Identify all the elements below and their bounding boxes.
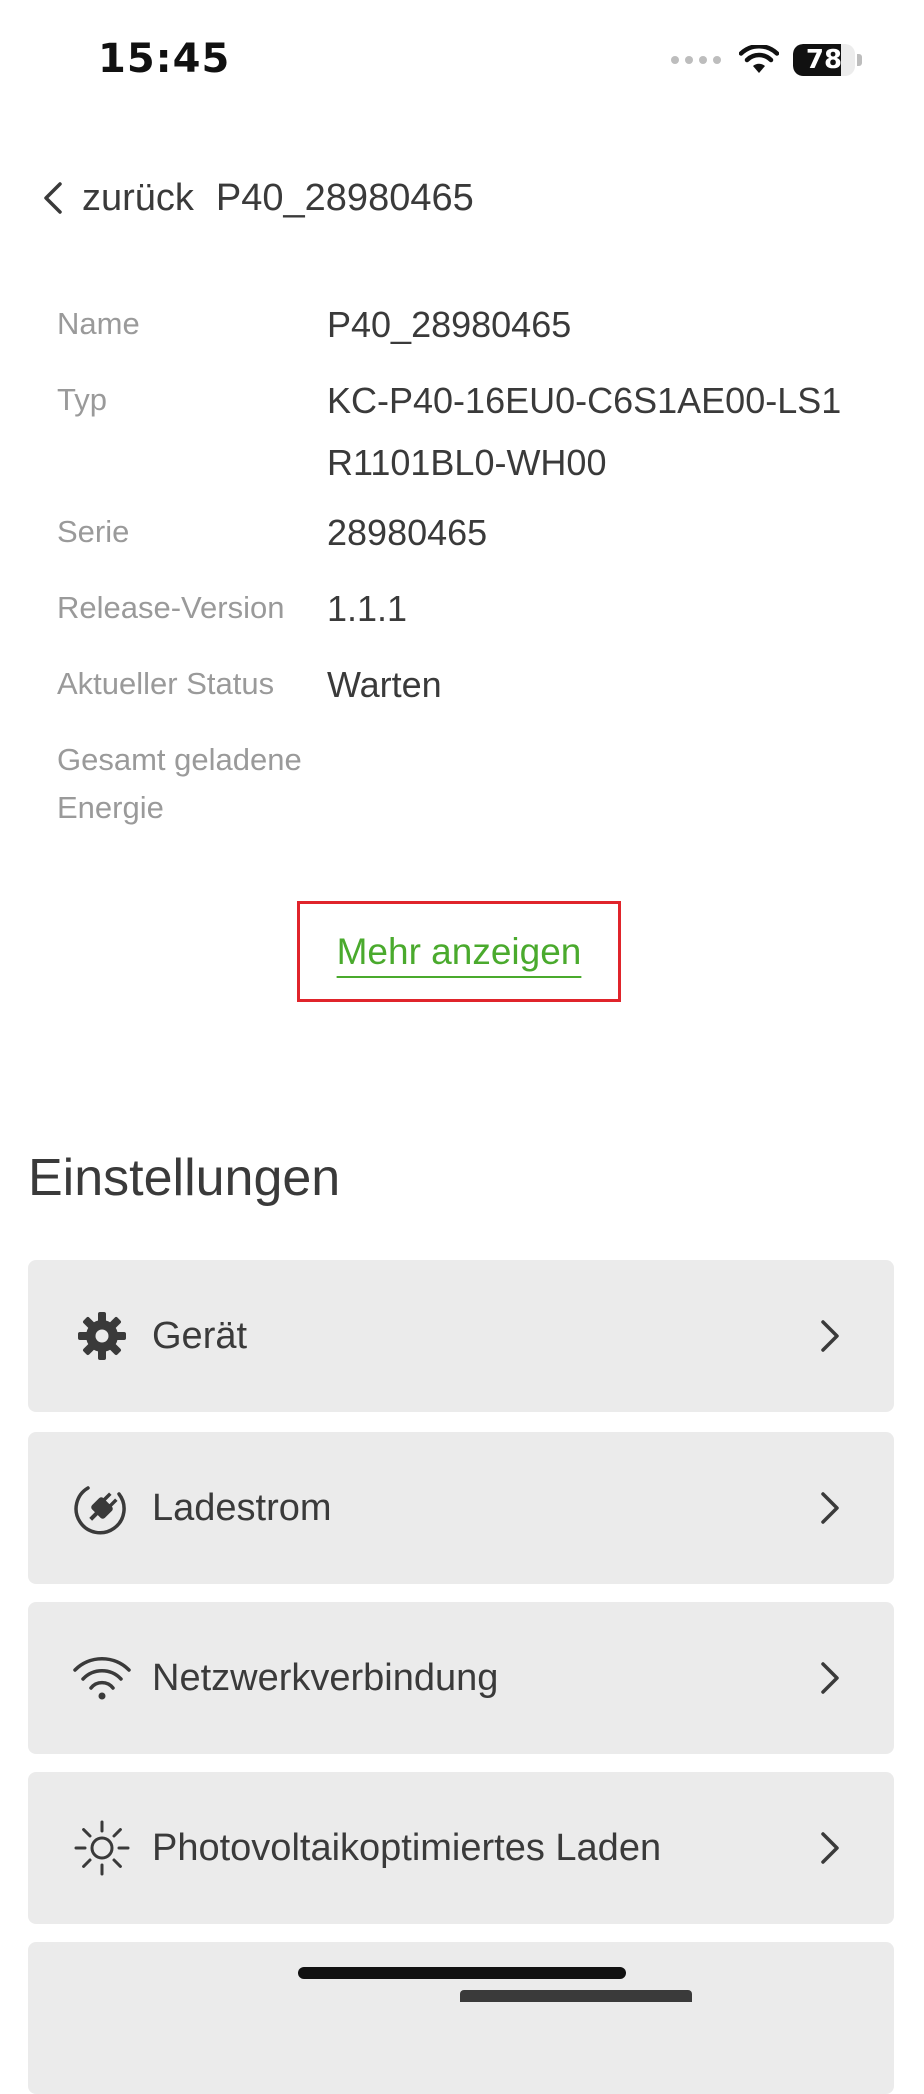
signal-dots-icon (671, 56, 721, 64)
status-label: Aktueller Status (57, 666, 275, 701)
info-row-status: Aktueller Status Warten (57, 660, 442, 716)
battery-icon: 78 (793, 44, 855, 76)
type-label: Typ (57, 382, 107, 417)
home-indicator (298, 1967, 626, 1979)
show-more-highlight: Mehr anzeigen (297, 901, 621, 1002)
status-bar: 15:45 78 (0, 0, 924, 120)
chevron-right-icon (818, 1316, 842, 1356)
plug-icon (72, 1478, 132, 1538)
nav-header: zurück P40_28980465 (40, 168, 474, 228)
status-value: Warten (327, 664, 442, 705)
gear-icon (72, 1306, 132, 1366)
chevron-right-icon (818, 1658, 842, 1698)
battery-tip (857, 54, 862, 66)
info-row-type: Typ KC-P40-16EU0-C6S1AE00-LS1 R1101BL0-W… (57, 376, 841, 494)
wifi-icon (72, 1648, 132, 1708)
bottom-sheet-peek (460, 1990, 692, 2002)
settings-item-photovoltaic[interactable]: Photovoltaikoptimiertes Laden (28, 1772, 894, 1924)
info-row-release: Release-Version 1.1.1 (57, 584, 407, 640)
energy-label-line2: Energie (57, 790, 164, 825)
back-button[interactable]: zurück (40, 177, 194, 220)
sun-icon (72, 1818, 132, 1878)
chevron-right-icon (818, 1828, 842, 1868)
type-value-line2: R1101BL0-WH00 (327, 442, 607, 483)
settings-item-label: Netzwerkverbindung (152, 1656, 499, 1699)
chevron-left-icon (40, 178, 72, 218)
settings-item-label: Gerät (152, 1314, 248, 1357)
settings-item-charging-current[interactable]: Ladestrom (28, 1432, 894, 1584)
settings-item-next[interactable] (28, 1942, 894, 2094)
release-label: Release-Version (57, 590, 285, 625)
settings-item-device[interactable]: Gerät (28, 1260, 894, 1412)
back-label: zurück (82, 176, 194, 219)
page-title: P40_28980465 (215, 176, 474, 219)
chevron-right-icon (818, 1488, 842, 1528)
settings-item-label: Photovoltaikoptimiertes Laden (152, 1826, 662, 1869)
battery-level: 78 (805, 45, 843, 75)
settings-item-network[interactable]: Netzwerkverbindung (28, 1602, 894, 1754)
type-value: KC-P40-16EU0-C6S1AE00-LS1 R1101BL0-WH00 (327, 370, 841, 494)
serie-value: 28980465 (327, 512, 488, 553)
wifi-icon (739, 45, 779, 75)
info-row-serie: Serie 28980465 (57, 508, 487, 564)
status-indicators: 78 (671, 44, 862, 76)
info-row-energy: Gesamt geladene Energie (57, 736, 357, 832)
name-value: P40_28980465 (327, 304, 572, 345)
energy-label-line1: Gesamt geladene (57, 742, 302, 777)
show-more-link[interactable]: Mehr anzeigen (337, 931, 582, 973)
energy-label: Gesamt geladene Energie (57, 736, 357, 832)
serie-label: Serie (57, 514, 130, 549)
info-row-name: Name P40_28980465 (57, 300, 571, 356)
type-value-line1: KC-P40-16EU0-C6S1AE00-LS1 (327, 380, 842, 421)
settings-title: Einstellungen (28, 1149, 341, 1207)
settings-item-label: Ladestrom (152, 1486, 332, 1529)
status-time: 15:45 (98, 36, 231, 82)
name-label: Name (57, 306, 140, 341)
release-value: 1.1.1 (327, 588, 408, 629)
